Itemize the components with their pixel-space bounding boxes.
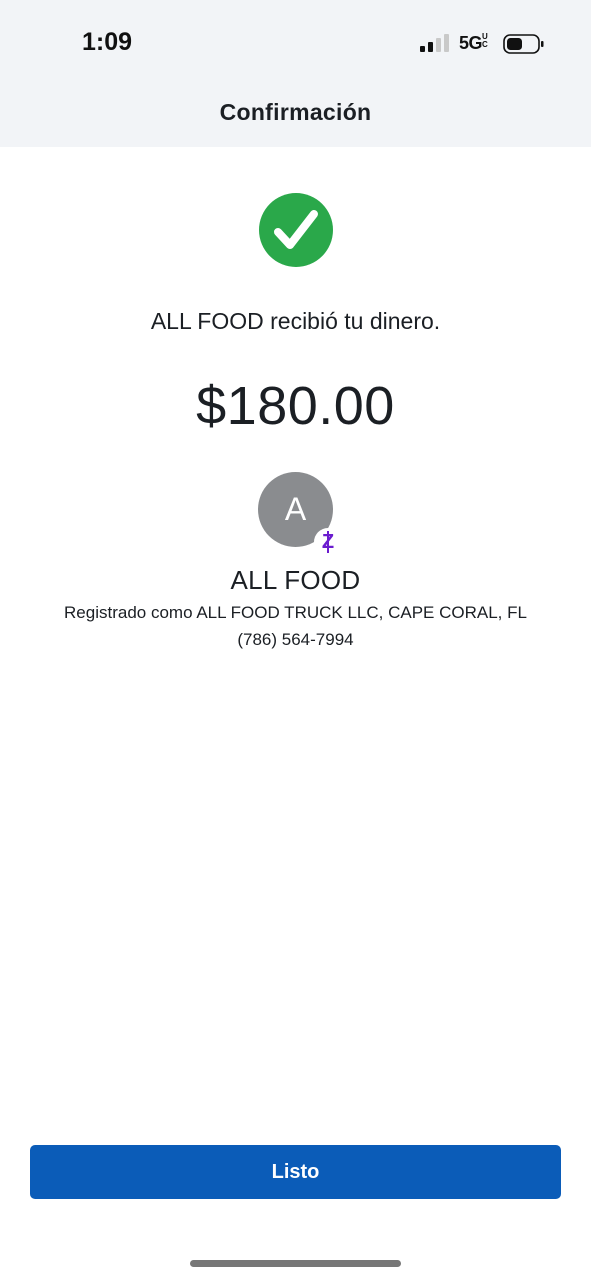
- status-indicators: 5GUC: [420, 32, 545, 56]
- recipient-phone: (786) 564-7994: [237, 630, 354, 649]
- amount-value: $180.00: [196, 376, 395, 436]
- check-circle-icon: [259, 193, 333, 267]
- network-label: 5G: [459, 33, 483, 53]
- battery-icon: [503, 34, 544, 54]
- home-indicator[interactable]: [190, 1260, 401, 1267]
- recipient-name: ALL FOOD: [230, 565, 361, 595]
- receipt-message: ALL FOOD recibió tu dinero.: [150, 308, 441, 334]
- network-suffix: UC: [482, 32, 488, 49]
- registration-details: Registrado como ALL FOOD TRUCK LLC, CAPE…: [64, 603, 527, 622]
- zelle-strike: [327, 531, 329, 553]
- status-time: 1:09: [82, 28, 133, 56]
- page-title: Confirmación: [219, 99, 372, 125]
- cellular-signal-icon: [420, 34, 449, 52]
- network-type-label: 5GUC: [459, 33, 491, 54]
- zelle-icon: Z: [314, 528, 342, 556]
- done-button[interactable]: Listo: [30, 1145, 561, 1199]
